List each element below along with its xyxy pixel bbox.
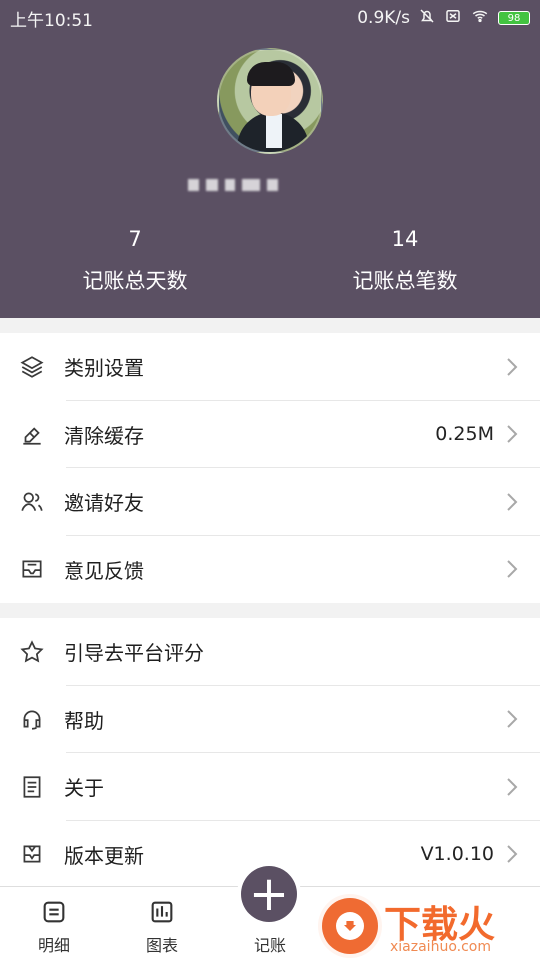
stat-records-value: 14 (391, 227, 419, 251)
settings-item-rating[interactable]: 引导去平台评分 (0, 618, 540, 686)
layers-icon (18, 353, 46, 381)
avatar-hair (247, 62, 295, 86)
add-record-button[interactable]: + (241, 866, 297, 922)
settings-label-update: 版本更新 (64, 843, 144, 868)
inbox-icon (18, 555, 46, 583)
headset-icon (18, 705, 46, 733)
wifi-icon (470, 7, 490, 30)
star-icon (18, 638, 46, 666)
avatar[interactable] (217, 48, 323, 154)
chevron-right-icon (506, 777, 518, 797)
avatar-collar (266, 114, 282, 148)
settings-item-help[interactable]: 帮助 (0, 686, 540, 754)
profile-stats: 7 记账总天数 14 记账总笔数 (0, 228, 540, 308)
settings-label-feedback: 意见反馈 (64, 558, 144, 583)
stat-records-label: 记账总笔数 (352, 269, 458, 293)
sim-off-icon (444, 7, 462, 30)
nav-chart-label: 图表 (145, 936, 178, 955)
profile-header: 上午10:51 0.9K/s 98 7 记账总天数 14 记账总笔数 (0, 0, 540, 318)
detail-icon (43, 901, 65, 923)
nav-detail-label: 明细 (37, 936, 70, 955)
nav-add-label: 记账 (253, 936, 286, 955)
settings-item-invite[interactable]: 邀请好友 (0, 468, 540, 536)
status-indicators: 0.9K/s 98 (357, 7, 530, 30)
settings-label-rating: 引导去平台评分 (64, 641, 204, 666)
nav-detail[interactable]: 明细 (19, 898, 89, 956)
settings-label-category: 类别设置 (64, 356, 144, 381)
settings-label-clear-cache: 清除缓存 (64, 423, 144, 448)
settings-list-primary: 类别设置 清除缓存 0.25M 邀请好友 意见反馈 (0, 333, 540, 603)
users-icon (18, 488, 46, 516)
package-icon (18, 840, 46, 868)
eraser-icon (18, 420, 46, 448)
chevron-right-icon (506, 492, 518, 512)
chevron-right-icon (506, 559, 518, 579)
stat-days-value: 7 (128, 227, 142, 251)
status-bar: 上午10:51 0.9K/s 98 (0, 0, 540, 36)
settings-item-about[interactable]: 关于 (0, 753, 540, 821)
stat-days-label: 记账总天数 (82, 269, 188, 293)
chevron-right-icon (506, 424, 518, 444)
settings-list-secondary: 引导去平台评分 帮助 关于 版本更新 V1.0.10 (0, 618, 540, 886)
battery-indicator: 98 (498, 11, 530, 25)
settings-item-feedback[interactable]: 意见反馈 (0, 536, 540, 604)
chevron-right-icon (506, 844, 518, 864)
nav-chart[interactable]: 图表 (127, 898, 197, 956)
document-icon (18, 773, 46, 801)
settings-item-clear-cache[interactable]: 清除缓存 0.25M (0, 401, 540, 469)
settings-label-invite: 邀请好友 (64, 491, 144, 516)
chevron-right-icon (506, 709, 518, 729)
blurred-username (188, 172, 350, 198)
settings-label-about: 关于 (64, 776, 104, 801)
version-value: V1.0.10 (420, 843, 494, 866)
stat-days: 7 记账总天数 (0, 228, 270, 308)
chart-icon (151, 901, 173, 923)
chevron-right-icon (506, 357, 518, 377)
plus-icon: + (248, 866, 290, 922)
network-speed: 0.9K/s (357, 8, 410, 28)
cache-size-value: 0.25M (435, 423, 494, 446)
phone-screen: 上午10:51 0.9K/s 98 7 记账总天数 14 记账总笔数 类别设置 … (0, 0, 540, 960)
muted-bell-icon (418, 7, 436, 30)
settings-item-category[interactable]: 类别设置 (0, 333, 540, 401)
stat-records: 14 记账总笔数 (270, 228, 540, 308)
status-time: 上午10:51 (10, 10, 93, 31)
settings-label-help: 帮助 (64, 708, 104, 733)
